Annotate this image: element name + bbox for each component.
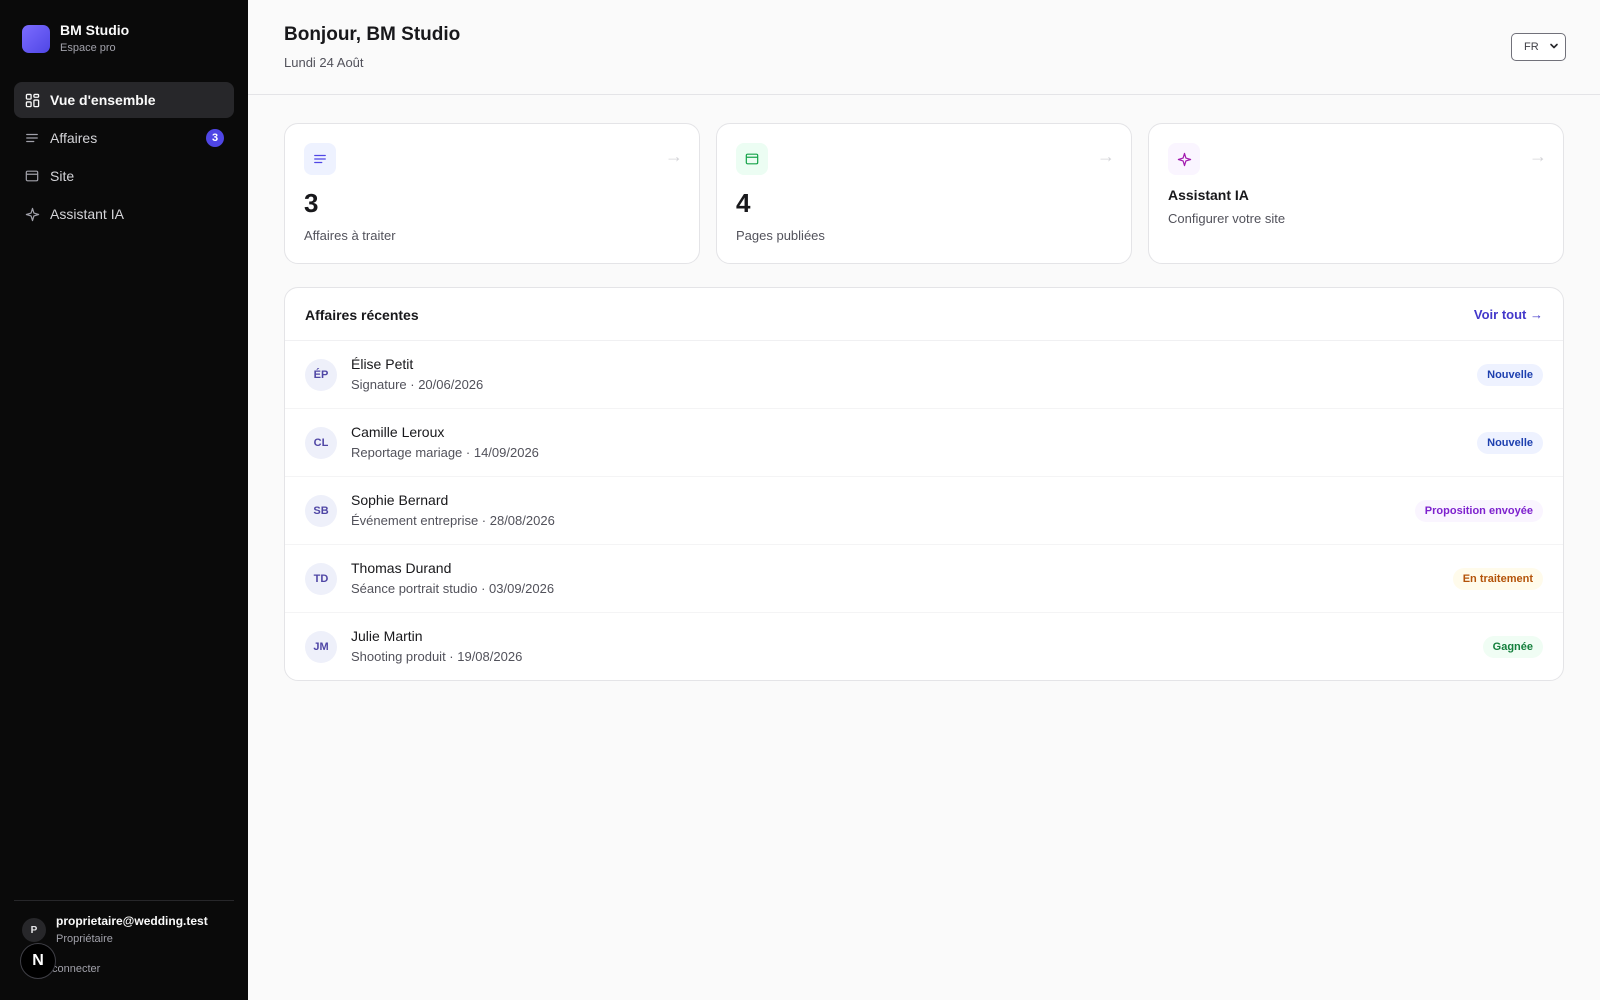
client-name: Sophie Bernard <box>351 492 449 508</box>
browser-icon <box>736 143 768 175</box>
avatar: TD <box>305 563 337 595</box>
sparkle-icon <box>1168 143 1200 175</box>
sidebar-item-affaires[interactable]: Affaires 3 <box>14 120 234 156</box>
avatar: SB <box>305 495 337 527</box>
user-email: proprietaire@wedding.test <box>56 914 208 928</box>
card-pages[interactable]: → 4 Pages publiées <box>716 123 1132 264</box>
affaires-count-badge: 3 <box>206 129 224 147</box>
client-name: Julie Martin <box>351 628 423 644</box>
summary-cards: → 3 Affaires à traiter → 4 Pages publiée… <box>284 123 1564 264</box>
client-name: Camille Leroux <box>351 424 445 440</box>
user-profile[interactable]: P proprietaire@wedding.test Propriétaire <box>22 913 208 947</box>
language-value: FR <box>1524 41 1539 53</box>
sparkle-icon <box>24 206 40 222</box>
client-name: Thomas Durand <box>351 560 452 576</box>
client-name: Élise Petit <box>351 356 414 372</box>
avatar: ÉP <box>305 359 337 391</box>
card-label: Affaires à traiter <box>304 228 396 243</box>
sidebar-item-label: Assistant IA <box>50 206 124 222</box>
status-badge: Proposition envoyée <box>1414 500 1543 522</box>
view-all-link[interactable]: Voir tout → <box>1474 307 1543 322</box>
arrow-right-icon: → <box>665 146 683 166</box>
page-header: Bonjour, BM Studio Lundi 24 Août FR <box>248 0 1600 95</box>
sidebar-item-label: Affaires <box>50 130 98 146</box>
affaire-meta: Reportage mariage · 14/09/2026 <box>351 445 539 460</box>
current-date: Lundi 24 Août <box>284 55 364 70</box>
page-title: Bonjour, BM Studio <box>284 24 461 45</box>
list-icon <box>304 143 336 175</box>
sidebar-item-label: Site <box>50 168 75 184</box>
list-item[interactable]: ÉP Élise Petit Signature · 20/06/2026 Nouve… <box>285 341 1563 409</box>
arrow-right-icon: → <box>1097 146 1115 166</box>
panel-title: Affaires récentes <box>305 307 419 323</box>
browser-icon <box>24 168 40 184</box>
card-affaires[interactable]: → 3 Affaires à traiter <box>284 123 700 264</box>
list-item[interactable]: CL Camille Leroux Reportage mariage · 14/0… <box>285 409 1563 477</box>
sidebar-item-assistant[interactable]: Assistant IA <box>14 196 234 232</box>
user-role: Propriétaire <box>56 933 113 945</box>
sidebar: BM Studio Espace pro Vue d'ensemble Affa… <box>0 0 248 1000</box>
sidebar-footer: P proprietaire@wedding.test Propriétaire… <box>14 900 234 1000</box>
chevron-down-icon <box>1549 41 1559 54</box>
status-badge: En traitement <box>1452 568 1543 590</box>
card-value: 3 <box>304 188 319 218</box>
status-badge: Gagnée <box>1482 636 1543 658</box>
language-select[interactable]: FR <box>1511 33 1566 61</box>
sidebar-item-overview[interactable]: Vue d'ensemble <box>14 82 234 118</box>
affaire-meta: Séance portrait studio · 03/09/2026 <box>351 581 555 596</box>
brand-logo <box>22 25 50 53</box>
card-value: 4 <box>736 188 751 218</box>
main-content: Bonjour, BM Studio Lundi 24 Août FR → 3 … <box>248 0 1600 1000</box>
card-assistant[interactable]: → Assistant IA Configurer votre site <box>1148 123 1564 264</box>
affaire-meta: Signature · 20/06/2026 <box>351 377 484 392</box>
brand[interactable]: BM Studio Espace pro <box>22 22 129 56</box>
list-item[interactable]: SB Sophie Bernard Événement entreprise · 2… <box>285 477 1563 545</box>
avatar: P <box>22 918 46 942</box>
list-icon <box>24 130 40 146</box>
brand-name: BM Studio <box>60 22 130 38</box>
grid-icon <box>24 92 40 108</box>
affaire-meta: Événement entreprise · 28/08/2026 <box>351 513 555 528</box>
dev-overlay-button[interactable]: N <box>20 943 56 979</box>
sidebar-item-label: Vue d'ensemble <box>50 92 156 108</box>
avatar: CL <box>305 427 337 459</box>
recent-affaires-panel: Affaires récentes Voir tout → ÉP Élise Pe… <box>284 287 1564 681</box>
list-item[interactable]: JM Julie Martin Shooting produit · 19/08/2… <box>285 613 1563 681</box>
card-title: Assistant IA <box>1168 187 1249 203</box>
sidebar-item-site[interactable]: Site <box>14 158 234 194</box>
list-item[interactable]: TD Thomas Durand Séance portrait studio · … <box>285 545 1563 613</box>
arrow-right-icon: → <box>1529 146 1547 166</box>
status-badge: Nouvelle <box>1477 432 1543 454</box>
avatar: JM <box>305 631 337 663</box>
card-subtitle: Configurer votre site <box>1168 211 1286 226</box>
sidebar-nav: Vue d'ensemble Affaires 3 Site Assistant… <box>14 82 234 234</box>
affaire-meta: Shooting produit · 19/08/2026 <box>351 649 523 664</box>
card-label: Pages publiées <box>736 228 825 243</box>
status-badge: Nouvelle <box>1477 364 1543 386</box>
brand-subtitle: Espace pro <box>60 42 116 54</box>
